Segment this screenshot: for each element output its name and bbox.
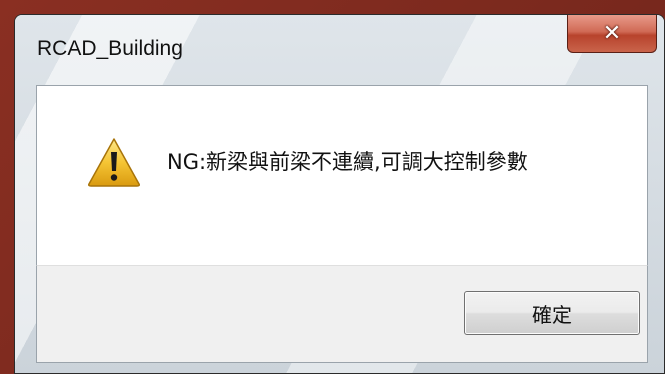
message-text: NG:新梁與前梁不連續,可調大控制參數 [167, 150, 528, 174]
warning-icon [88, 138, 140, 187]
close-button[interactable]: ✕ [567, 15, 657, 53]
message-area: NG:新梁與前梁不連續,可調大控制參數 [36, 85, 648, 266]
close-icon: ✕ [602, 20, 622, 46]
window-title: RCAD_Building [37, 37, 183, 60]
button-bar: 確定 [36, 265, 648, 363]
message-box-window: RCAD_Building ✕ NG:新梁與前梁不連續,可調大控制參數 確定 [14, 14, 665, 374]
ok-button[interactable]: 確定 [464, 291, 640, 335]
title-bar[interactable]: RCAD_Building ✕ [15, 15, 664, 77]
